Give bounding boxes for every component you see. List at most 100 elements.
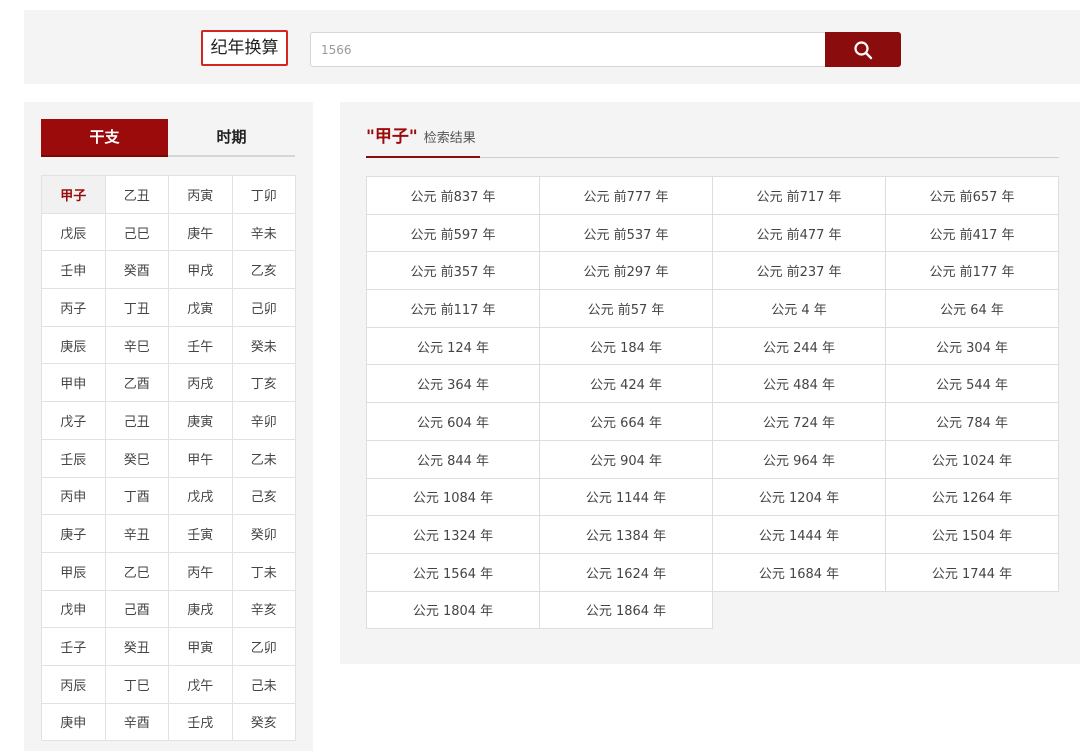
year-cell[interactable]: 公元 1564 年 <box>366 552 540 592</box>
ganzhi-cell[interactable]: 戊戌 <box>168 476 233 516</box>
year-cell[interactable]: 公元 244 年 <box>712 326 886 366</box>
year-cell[interactable]: 公元 1204 年 <box>712 477 886 517</box>
year-cell[interactable]: 公元 4 年 <box>712 289 886 328</box>
ganzhi-cell[interactable]: 丁未 <box>231 551 296 591</box>
ganzhi-cell[interactable]: 己未 <box>231 664 296 704</box>
year-cell[interactable]: 公元 1504 年 <box>885 515 1059 554</box>
ganzhi-cell[interactable]: 庚午 <box>168 212 233 252</box>
ganzhi-cell[interactable]: 庚戌 <box>168 589 233 629</box>
ganzhi-cell[interactable]: 庚寅 <box>168 401 233 440</box>
ganzhi-cell[interactable]: 丁卯 <box>231 175 296 214</box>
ganzhi-cell[interactable]: 庚辰 <box>41 325 106 365</box>
year-cell[interactable]: 公元 424 年 <box>539 364 713 404</box>
ganzhi-cell[interactable]: 癸未 <box>231 325 296 365</box>
year-cell[interactable]: 公元 124 年 <box>366 326 540 366</box>
year-cell[interactable]: 公元 844 年 <box>366 439 540 479</box>
ganzhi-cell[interactable]: 壬子 <box>41 627 106 666</box>
ganzhi-cell[interactable]: 辛酉 <box>104 702 169 742</box>
ganzhi-cell[interactable]: 戊辰 <box>41 212 106 252</box>
year-cell[interactable]: 公元 904 年 <box>539 439 713 479</box>
ganzhi-cell[interactable]: 丁丑 <box>104 288 169 327</box>
ganzhi-cell[interactable]: 辛亥 <box>231 589 296 629</box>
ganzhi-cell[interactable]: 己酉 <box>104 589 169 629</box>
ganzhi-cell[interactable]: 庚子 <box>41 514 106 553</box>
ganzhi-cell[interactable]: 丙申 <box>41 476 106 516</box>
ganzhi-cell[interactable]: 乙未 <box>231 438 296 478</box>
year-cell[interactable]: 公元 前417 年 <box>885 213 1059 253</box>
year-cell[interactable]: 公元 1744 年 <box>885 552 1059 592</box>
year-cell[interactable]: 公元 1084 年 <box>366 477 540 517</box>
search-input[interactable] <box>310 32 826 67</box>
ganzhi-cell[interactable]: 甲戌 <box>168 250 233 290</box>
year-cell[interactable]: 公元 前237 年 <box>712 251 886 291</box>
year-cell[interactable]: 公元 364 年 <box>366 364 540 404</box>
ganzhi-cell[interactable]: 癸巳 <box>104 438 169 478</box>
ganzhi-cell[interactable]: 乙酉 <box>104 363 169 403</box>
year-cell[interactable]: 公元 前57 年 <box>539 289 713 328</box>
year-cell[interactable]: 公元 前297 年 <box>539 251 713 291</box>
tab-shiqi[interactable]: 时期 <box>168 119 295 157</box>
year-cell[interactable]: 公元 1144 年 <box>539 477 713 517</box>
year-cell[interactable]: 公元 前717 年 <box>712 176 886 215</box>
year-cell[interactable]: 公元 前117 年 <box>366 289 540 328</box>
ganzhi-cell[interactable]: 丙午 <box>168 551 233 591</box>
year-cell[interactable]: 公元 784 年 <box>885 402 1059 441</box>
ganzhi-cell[interactable]: 甲寅 <box>168 627 233 666</box>
search-button[interactable] <box>825 32 901 67</box>
ganzhi-cell[interactable]: 丁亥 <box>231 363 296 403</box>
year-cell[interactable]: 公元 1444 年 <box>712 515 886 554</box>
ganzhi-cell[interactable]: 丁酉 <box>104 476 169 516</box>
ganzhi-cell[interactable]: 壬辰 <box>41 438 106 478</box>
ganzhi-cell[interactable]: 甲辰 <box>41 551 106 591</box>
year-cell[interactable]: 公元 前177 年 <box>885 251 1059 291</box>
ganzhi-cell[interactable]: 己丑 <box>104 401 169 440</box>
year-cell[interactable]: 公元 1684 年 <box>712 552 886 592</box>
year-cell[interactable]: 公元 64 年 <box>885 289 1059 328</box>
ganzhi-cell[interactable]: 丙戌 <box>168 363 233 403</box>
year-cell[interactable]: 公元 604 年 <box>366 402 540 441</box>
ganzhi-cell[interactable]: 庚申 <box>41 702 106 742</box>
tab-ganzhi[interactable]: 干支 <box>41 119 168 157</box>
ganzhi-cell[interactable]: 己亥 <box>231 476 296 516</box>
ganzhi-cell[interactable]: 壬午 <box>168 325 233 365</box>
ganzhi-cell[interactable]: 癸酉 <box>104 250 169 290</box>
year-cell[interactable]: 公元 1024 年 <box>885 439 1059 479</box>
ganzhi-cell[interactable]: 辛巳 <box>104 325 169 365</box>
year-cell[interactable]: 公元 1324 年 <box>366 515 540 554</box>
ganzhi-cell[interactable]: 丙辰 <box>41 664 106 704</box>
ganzhi-cell[interactable]: 壬寅 <box>168 514 233 553</box>
ganzhi-cell[interactable]: 戊午 <box>168 664 233 704</box>
year-cell[interactable]: 公元 前357 年 <box>366 251 540 291</box>
year-cell[interactable]: 公元 前597 年 <box>366 213 540 253</box>
year-cell[interactable]: 公元 304 年 <box>885 326 1059 366</box>
ganzhi-cell[interactable]: 癸丑 <box>104 627 169 666</box>
ganzhi-cell[interactable]: 丙子 <box>41 288 106 327</box>
ganzhi-cell[interactable]: 甲申 <box>41 363 106 403</box>
ganzhi-cell[interactable]: 甲子 <box>41 175 106 214</box>
ganzhi-cell[interactable]: 丁巳 <box>104 664 169 704</box>
year-cell[interactable]: 公元 724 年 <box>712 402 886 441</box>
ganzhi-cell[interactable]: 己巳 <box>104 212 169 252</box>
year-cell[interactable]: 公元 184 年 <box>539 326 713 366</box>
ganzhi-cell[interactable]: 乙丑 <box>104 175 169 214</box>
year-cell[interactable]: 公元 1264 年 <box>885 477 1059 517</box>
ganzhi-cell[interactable]: 辛卯 <box>231 401 296 440</box>
ganzhi-cell[interactable]: 甲午 <box>168 438 233 478</box>
ganzhi-cell[interactable]: 戊申 <box>41 589 106 629</box>
ganzhi-cell[interactable]: 乙巳 <box>104 551 169 591</box>
year-cell[interactable]: 公元 1864 年 <box>539 590 713 630</box>
ganzhi-cell[interactable]: 戊子 <box>41 401 106 440</box>
ganzhi-cell[interactable]: 戊寅 <box>168 288 233 327</box>
ganzhi-cell[interactable]: 乙卯 <box>231 627 296 666</box>
year-cell[interactable]: 公元 1624 年 <box>539 552 713 592</box>
year-cell[interactable]: 公元 前837 年 <box>366 176 540 215</box>
year-cell[interactable]: 公元 前537 年 <box>539 213 713 253</box>
year-cell[interactable]: 公元 1804 年 <box>366 590 540 630</box>
ganzhi-cell[interactable]: 壬申 <box>41 250 106 290</box>
ganzhi-cell[interactable]: 辛未 <box>231 212 296 252</box>
year-cell[interactable]: 公元 前477 年 <box>712 213 886 253</box>
year-cell[interactable]: 公元 前657 年 <box>885 176 1059 215</box>
ganzhi-cell[interactable]: 乙亥 <box>231 250 296 290</box>
ganzhi-cell[interactable]: 丙寅 <box>168 175 233 214</box>
ganzhi-cell[interactable]: 辛丑 <box>104 514 169 553</box>
